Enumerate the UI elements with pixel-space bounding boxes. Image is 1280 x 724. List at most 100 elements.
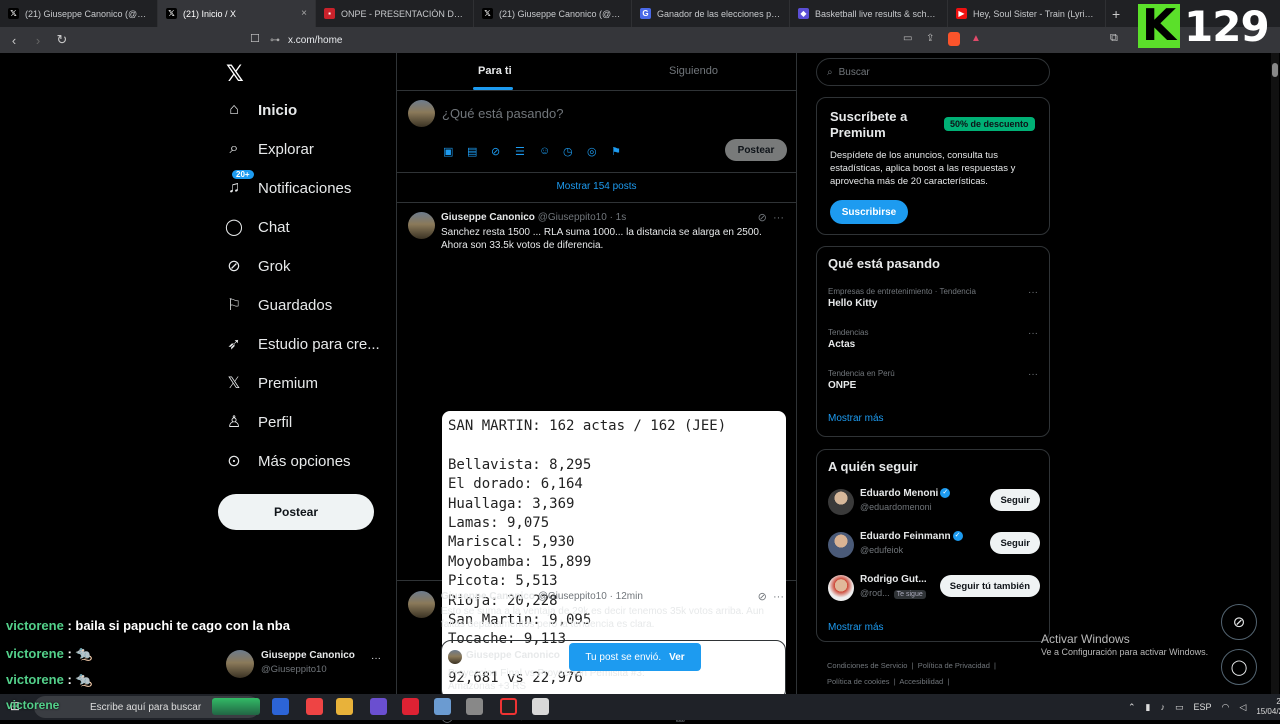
page-scrollbar[interactable] bbox=[1271, 53, 1279, 720]
app-icon[interactable] bbox=[532, 698, 549, 715]
poll-icon[interactable]: ☰ bbox=[515, 145, 525, 158]
sidebar-item-guardados[interactable]: ⚐ Guardados bbox=[224, 295, 332, 315]
more-icon[interactable]: ··· bbox=[773, 591, 784, 603]
sidebar-item-explorar[interactable]: ⌕ Explorar bbox=[224, 139, 314, 159]
more-icon[interactable]: ··· bbox=[773, 212, 784, 224]
follow-suggestion[interactable]: Eduardo Feinmann ✓ @edufeiok Seguir bbox=[828, 529, 1040, 561]
browser-tab[interactable]: ◆ Basketball live results & schedule | bbox=[790, 0, 948, 27]
calculator-icon[interactable] bbox=[466, 698, 483, 715]
scrollbar-thumb[interactable] bbox=[1272, 63, 1278, 77]
footer-link[interactable]: Política de Privacidad bbox=[918, 661, 990, 670]
sidebar-item-más-opciones[interactable]: ⊙ Más opciones bbox=[224, 451, 350, 471]
account-switcher[interactable]: Giuseppe Canonico @Giuseppito10 ··· bbox=[226, 648, 386, 680]
more-icon[interactable]: ··· bbox=[1028, 369, 1038, 380]
grok-fab-icon[interactable]: ⊘ bbox=[1221, 604, 1257, 640]
close-tab-icon[interactable]: × bbox=[301, 8, 307, 19]
sidebar-item-grok[interactable]: ⊘ Grok bbox=[224, 256, 290, 276]
browser-tab[interactable]: G Ganador de las elecciones preside bbox=[632, 0, 790, 27]
toast-view-link[interactable]: Ver bbox=[669, 652, 685, 663]
explorer-icon[interactable] bbox=[336, 698, 353, 715]
trend-item[interactable]: Empresas de entretenimiento · Tendencia … bbox=[828, 287, 1040, 309]
footer-link[interactable]: Accesibilidad bbox=[899, 677, 943, 686]
brave-icon[interactable] bbox=[306, 698, 323, 715]
author-name[interactable]: Giuseppe Canonico bbox=[441, 591, 535, 602]
location-icon[interactable]: ◎ bbox=[587, 145, 597, 158]
subscribe-button[interactable]: Suscribirse bbox=[830, 200, 908, 224]
app-icon[interactable] bbox=[370, 698, 387, 715]
trend-item[interactable]: Tendencia en Perú ONPE ··· bbox=[828, 369, 1040, 391]
tweet-menu[interactable]: ⊘ ··· bbox=[758, 211, 784, 224]
forward-icon[interactable]: › bbox=[28, 33, 48, 48]
follow-back-button[interactable]: Seguir tú también bbox=[939, 575, 1040, 597]
author-handle[interactable]: @Giuseppito10 bbox=[538, 212, 607, 223]
tab-for-you[interactable]: Para ti bbox=[478, 65, 512, 77]
browser-tab[interactable]: 𝕏 (21) Inicio / X × bbox=[158, 0, 316, 27]
author-name[interactable]: Giuseppe Canonico bbox=[441, 212, 535, 223]
gif-icon[interactable]: ▤ bbox=[467, 145, 477, 158]
new-tab-button[interactable]: + bbox=[1112, 6, 1120, 22]
browser-tab[interactable]: ▶ Hey, Soul Sister - Train (Lyrics) ( bbox=[948, 0, 1106, 27]
flag-icon[interactable]: ⚑ bbox=[611, 145, 621, 158]
grok-icon[interactable]: ⊘ bbox=[758, 591, 767, 603]
follow-button[interactable]: Seguir bbox=[990, 489, 1040, 511]
cast-icon[interactable]: ▭ bbox=[903, 33, 912, 44]
search-highlight-icon[interactable] bbox=[212, 698, 260, 715]
rewards-icon[interactable]: ▲ bbox=[971, 33, 981, 44]
volume-icon[interactable]: ♪ bbox=[1161, 702, 1166, 712]
browser-tab[interactable]: 𝕏 (21) Giuseppe Canonico (@Giusepp bbox=[0, 0, 158, 27]
reload-icon[interactable]: ↻ bbox=[52, 32, 72, 48]
footer-link[interactable]: Política de cookies bbox=[827, 677, 890, 686]
more-icon[interactable]: ··· bbox=[1028, 328, 1038, 339]
compose-input[interactable]: ¿Qué está pasando? bbox=[442, 106, 563, 121]
wifi-icon[interactable]: ◠ bbox=[1222, 702, 1230, 713]
url-field[interactable]: ⊶ x.com/home bbox=[270, 31, 990, 49]
emoji-icon[interactable]: ☺ bbox=[539, 145, 550, 157]
clock[interactable]: 22:19 15/04/2026 bbox=[1256, 697, 1280, 717]
language-indicator[interactable]: ESP bbox=[1194, 702, 1212, 712]
trend-item[interactable]: Tendencias Actas ··· bbox=[828, 328, 1040, 350]
messages-fab-icon[interactable]: ◯ bbox=[1221, 649, 1257, 685]
follow-suggestion[interactable]: Rodrigo Gut... @rod... Te sigue Seguir tú… bbox=[828, 572, 1040, 604]
tweet-time[interactable]: · 12min bbox=[610, 591, 643, 602]
back-icon[interactable]: ‹ bbox=[4, 33, 24, 48]
follow-show-more[interactable]: Mostrar más bbox=[828, 622, 884, 633]
tweet-menu[interactable]: ⊘ ··· bbox=[758, 590, 784, 603]
more-icon[interactable]: ··· bbox=[1028, 287, 1038, 298]
browser-tab[interactable]: 𝕏 (21) Giuseppe Canonico (@Giusepp bbox=[474, 0, 632, 27]
grok-icon[interactable]: ⊘ bbox=[758, 212, 767, 224]
sidebar-item-estudio-para-cre[interactable]: ➶ Estudio para cre... bbox=[224, 334, 379, 354]
network-icon[interactable]: ▮ bbox=[1146, 702, 1151, 713]
app-icon[interactable] bbox=[402, 698, 419, 715]
schedule-icon[interactable]: ◷ bbox=[563, 145, 573, 158]
chevron-up-icon[interactable]: ⌃ bbox=[1128, 702, 1136, 713]
x-logo-icon[interactable]: 𝕏 bbox=[226, 61, 244, 87]
extensions-icon[interactable]: ⧉ bbox=[1110, 32, 1118, 45]
more-icon[interactable]: ··· bbox=[371, 653, 381, 664]
sidebar-item-premium[interactable]: 𝕏 Premium bbox=[224, 373, 318, 393]
sidebar-item-perfil[interactable]: ♙ Perfil bbox=[224, 412, 292, 432]
sidebar-item-notificaciones[interactable]: ♫ 20+ Notificaciones bbox=[224, 170, 351, 198]
follow-button[interactable]: Seguir bbox=[990, 532, 1040, 554]
copilot-icon[interactable] bbox=[272, 698, 289, 715]
sidebar-item-chat[interactable]: ◯ Chat bbox=[224, 217, 290, 237]
share-icon[interactable]: ⇪ bbox=[926, 33, 934, 44]
grok-icon[interactable]: ⊘ bbox=[491, 145, 500, 158]
compose-post-button[interactable]: Postear bbox=[725, 139, 787, 161]
site-info-icon[interactable]: ⊶ bbox=[270, 35, 280, 46]
sidebar-item-inicio[interactable]: ⌂ Inicio bbox=[224, 100, 297, 120]
bookmark-page-icon[interactable]: ☐ bbox=[250, 32, 260, 45]
tab-following[interactable]: Siguiendo bbox=[669, 65, 718, 77]
tweet[interactable]: Giuseppe Canonico @Giuseppito10 · 1s ⊘ ·… bbox=[397, 203, 796, 723]
post-button[interactable]: Postear bbox=[218, 494, 374, 530]
battery-icon[interactable]: ▭ bbox=[1175, 702, 1184, 713]
show-new-posts[interactable]: Mostrar 154 posts bbox=[397, 173, 796, 203]
follow-suggestion[interactable]: Eduardo Menoni ✓ @eduardomenoni Seguir bbox=[828, 486, 1040, 518]
trends-show-more[interactable]: Mostrar más bbox=[828, 413, 884, 424]
speaker-icon[interactable]: ◁ bbox=[1239, 702, 1246, 713]
brave-shield-icon[interactable] bbox=[948, 32, 960, 46]
tweet-time[interactable]: · 1s bbox=[610, 212, 627, 223]
app-icon[interactable] bbox=[434, 698, 451, 715]
footer-link[interactable]: Condiciones de Servicio bbox=[827, 661, 907, 670]
browser-tab[interactable]: ▪ ONPE - PRESENTACIÓN DE RESULT bbox=[316, 0, 474, 27]
author-handle[interactable]: @Giuseppito10 bbox=[538, 591, 607, 602]
